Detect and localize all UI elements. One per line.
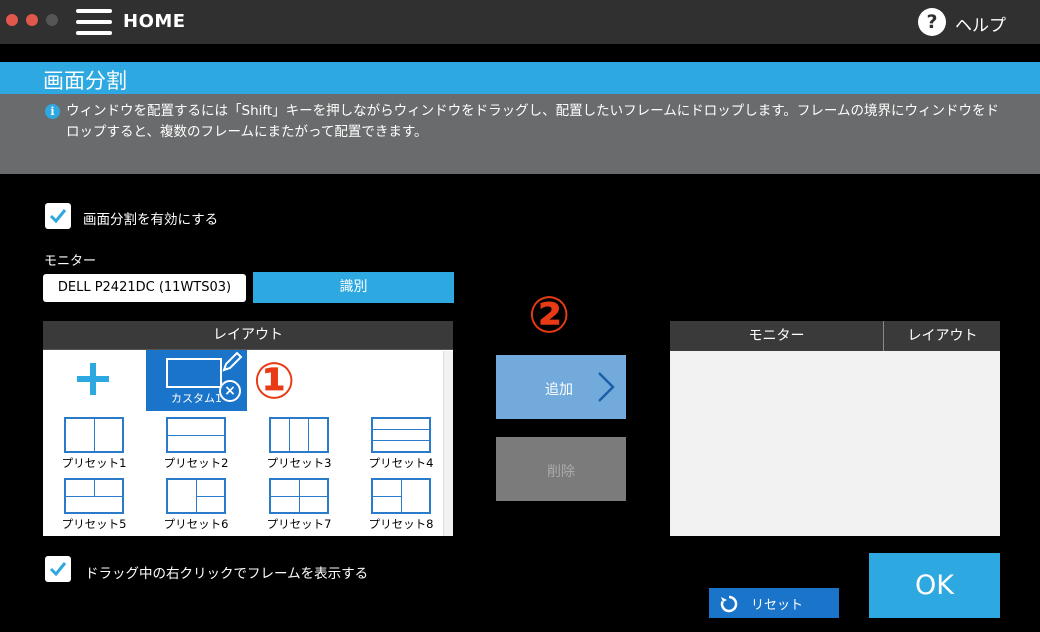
section-banner: 画面分割 (0, 62, 1040, 94)
preset-label: プリセット1 (61, 456, 127, 470)
close-window-button[interactable] (6, 14, 18, 26)
enable-split-label: 画面分割を有効にする (83, 212, 219, 228)
preset-tile-8[interactable]: プリセット8 (352, 478, 438, 536)
preset-thumbnail (269, 478, 329, 514)
refresh-icon (720, 595, 738, 613)
column-header-monitor: モニター (670, 321, 884, 351)
preset-tile-7[interactable]: プリセット7 (250, 478, 336, 536)
custom-layout-thumbnail (166, 358, 222, 388)
minimize-window-button[interactable] (26, 14, 38, 26)
assignment-header: モニター レイアウト (670, 321, 1000, 351)
remove-layout-icon[interactable]: × (219, 380, 241, 402)
info-text: ウィンドウを配置するには「Shift」キーを押しながらウィンドウをドラッグし、配… (66, 103, 1000, 140)
preset-thumbnail (64, 478, 124, 514)
delete-button-label: 削除 (547, 464, 575, 480)
ok-button[interactable]: OK (869, 553, 1000, 618)
add-button[interactable]: 追加 (496, 355, 626, 419)
plus-icon (77, 363, 109, 395)
monitor-select[interactable]: DELL P2421DC (11WTS03) (43, 274, 246, 302)
check-icon (49, 209, 67, 224)
delete-button[interactable]: 削除 (496, 437, 626, 501)
preset-label: プリセット6 (163, 517, 229, 531)
home-link[interactable]: HOME (123, 11, 186, 32)
preset-label: プリセット5 (61, 517, 127, 531)
preset-tile-6[interactable]: プリセット6 (147, 478, 233, 536)
preset-label: プリセット8 (368, 517, 434, 531)
preset-label: プリセット2 (163, 456, 229, 470)
preset-tile-3[interactable]: プリセット3 (250, 417, 336, 475)
preset-tile-1[interactable]: プリセット1 (45, 417, 131, 475)
preset-thumbnail (166, 478, 226, 514)
preset-label: プリセット4 (368, 456, 434, 470)
monitor-label: モニター (44, 254, 97, 269)
page-title: 画面分割 (43, 69, 127, 93)
annotation-2: ② (528, 286, 571, 344)
preset-thumbnail (371, 417, 431, 453)
preset-thumbnail (371, 478, 431, 514)
preset-tile-2[interactable]: プリセット2 (147, 417, 233, 475)
chevron-right-icon (598, 372, 615, 402)
layout-scrollbar[interactable] (443, 351, 453, 536)
show-frames-label: ドラッグ中の右クリックでフレームを表示する (85, 566, 369, 582)
title-bar: HOME ? ヘルプ (0, 0, 1040, 44)
layout-panel: レイアウト カスタム1 × プリセット1 プリセット2 プリセット3 プリセット… (43, 321, 453, 536)
layout-panel-header: レイアウト (43, 321, 453, 350)
info-box: i ウィンドウを配置するには「Shift」キーを押しながらウィンドウをドラッグし… (0, 94, 1040, 174)
pencil-icon[interactable] (220, 350, 244, 374)
preset-tile-5[interactable]: プリセット5 (45, 478, 131, 536)
check-icon (49, 562, 67, 577)
help-link[interactable]: ヘルプ (955, 11, 1006, 36)
identify-button[interactable]: 識別 (253, 272, 454, 303)
info-icon: i (45, 104, 60, 119)
annotation-1: ① (253, 352, 296, 410)
assignment-panel: モニター レイアウト (670, 321, 1000, 536)
reset-button[interactable]: リセット (709, 588, 839, 618)
reset-button-label: リセット (751, 598, 804, 613)
layout-tile-custom[interactable]: カスタム1 × (146, 350, 247, 411)
maximize-window-button[interactable] (46, 14, 58, 26)
add-layout-button[interactable] (75, 361, 111, 397)
preset-thumbnail (166, 417, 226, 453)
menu-icon[interactable] (76, 9, 112, 35)
preset-thumbnail (269, 417, 329, 453)
add-button-label: 追加 (545, 382, 573, 398)
enable-split-checkbox[interactable] (45, 203, 71, 229)
help-icon[interactable]: ? (918, 8, 946, 36)
preset-tile-4[interactable]: プリセット4 (352, 417, 438, 475)
preset-label: プリセット3 (266, 456, 332, 470)
show-frames-checkbox[interactable] (45, 556, 71, 582)
preset-label: プリセット7 (266, 517, 332, 531)
preset-thumbnail (64, 417, 124, 453)
column-header-layout: レイアウト (907, 328, 978, 344)
